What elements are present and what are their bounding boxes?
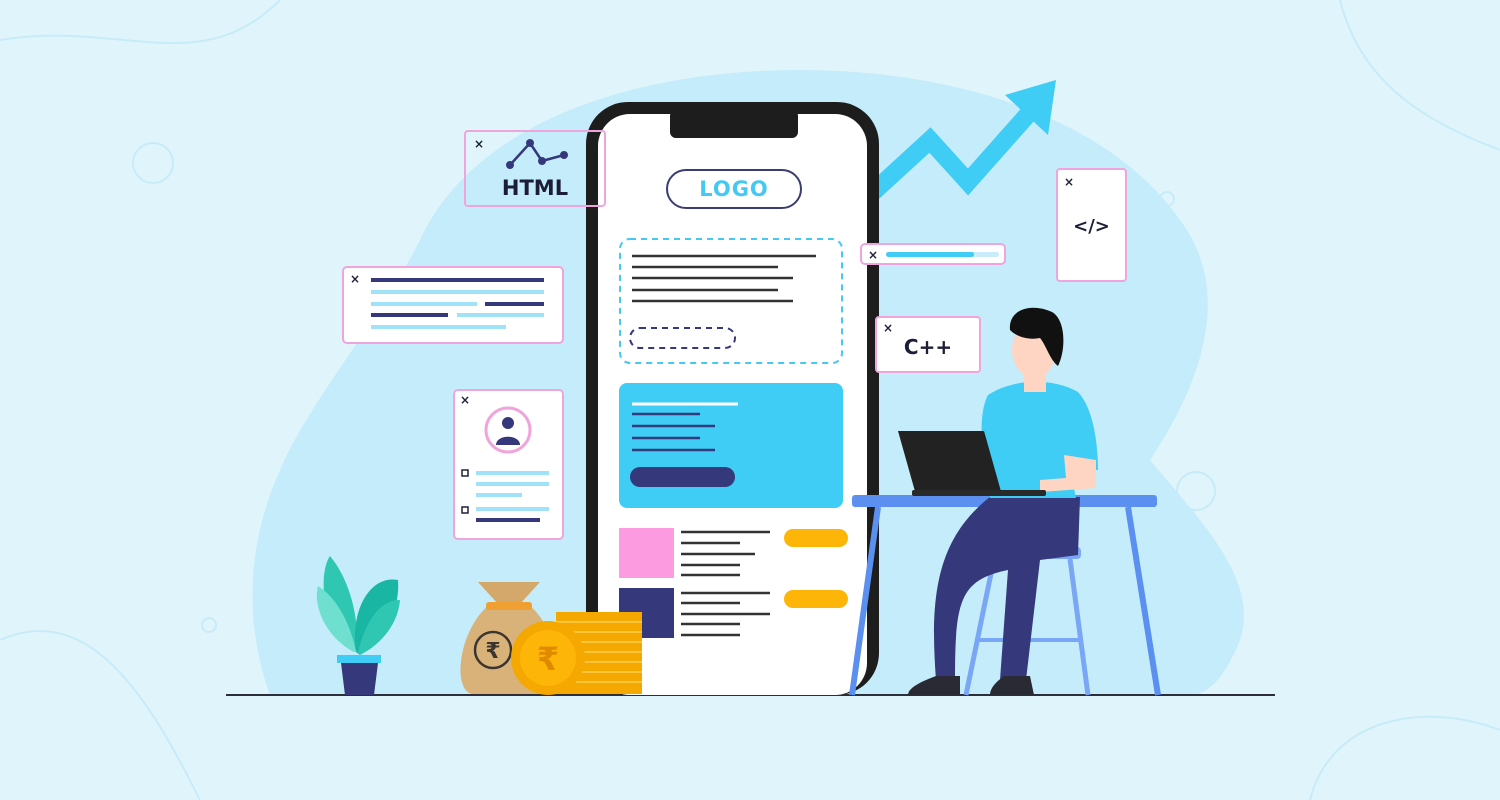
- html-label: HTML: [501, 176, 569, 200]
- cpp-card: × C++: [875, 316, 981, 373]
- user-avatar-icon: [484, 406, 532, 454]
- close-icon[interactable]: ×: [350, 273, 360, 285]
- svg-text:₹: ₹: [537, 640, 559, 678]
- close-icon[interactable]: ×: [868, 249, 878, 261]
- rupee-icon: ₹: [485, 639, 500, 664]
- phone-list-thumb-1: [619, 528, 674, 578]
- close-icon[interactable]: ×: [460, 394, 470, 406]
- code-card: × </>: [1056, 168, 1127, 282]
- close-icon[interactable]: ×: [883, 322, 893, 334]
- close-icon[interactable]: ×: [1064, 176, 1074, 188]
- text-lines-card: [342, 266, 564, 344]
- close-icon[interactable]: ×: [474, 138, 484, 150]
- phone-logo: LOGO: [666, 169, 802, 209]
- progress-card: ×: [860, 243, 1006, 265]
- progress-fill: [886, 252, 975, 257]
- profile-card: [453, 389, 564, 540]
- phone-feature-card: [619, 383, 843, 508]
- phone-notch: [670, 110, 798, 138]
- code-label: </>: [1073, 216, 1110, 237]
- phone-list-tag-2: [784, 590, 848, 608]
- phone-feature-button: [630, 467, 735, 487]
- html-card: × HTML: [464, 130, 606, 207]
- cpp-label: C++: [903, 335, 953, 359]
- progress-track: [886, 252, 999, 257]
- illustration-scene: ₹ ₹: [0, 0, 1500, 800]
- phone-list-tag-1: [784, 529, 848, 547]
